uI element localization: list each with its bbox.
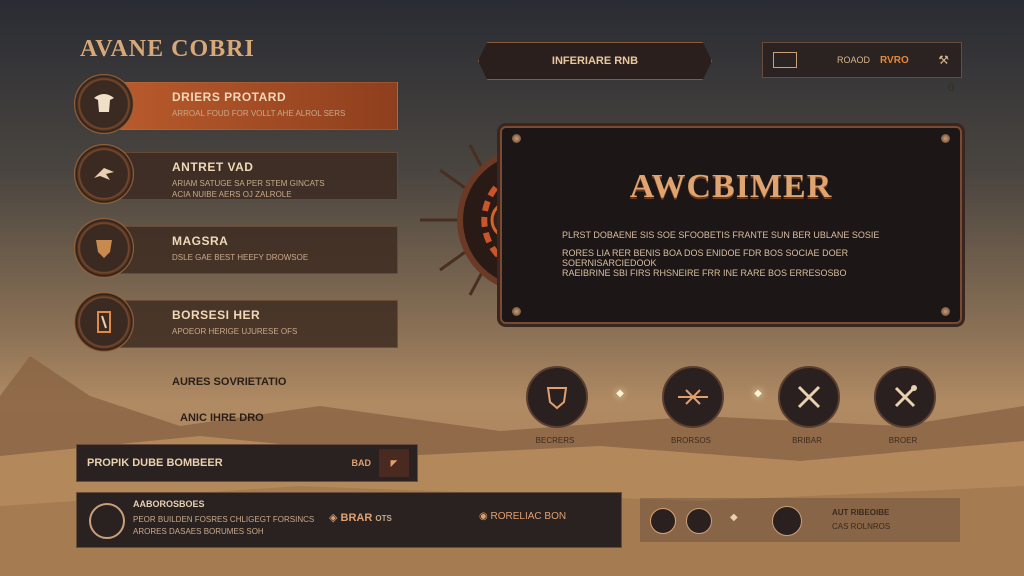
menu-item-label: DRIERS PROTARD <box>172 90 287 104</box>
row2-mid-small: OTS <box>375 514 392 523</box>
compass-icon[interactable] <box>686 508 712 534</box>
status-a: ROAOD <box>837 55 871 65</box>
menu-item-label: ANTRET VAD <box>172 160 254 174</box>
row1-action-icon[interactable]: ◤ <box>379 449 409 477</box>
menu-item-antret[interactable]: ANTRET VAD ARIAM SATUGE SA PER STEM GINC… <box>74 144 398 204</box>
panel-line-1: PLRST DOBAENE SIS SOE SFOOBETIS FRANTE S… <box>562 230 880 240</box>
row2-mid[interactable]: ◈ BRAR OTS <box>329 511 392 524</box>
menu-item-label: MAGSRA <box>172 234 229 248</box>
panel-line-2: RORES LIA RER BENIS BOA DOS ENIDOE FDR B… <box>562 248 849 268</box>
ring-icon: ◉ <box>479 511 488 522</box>
winged-blade-icon[interactable] <box>662 366 724 428</box>
crossed-swords-icon[interactable] <box>778 366 840 428</box>
gem-icon: ◆ <box>730 512 738 523</box>
flame-icon: ◈ <box>329 512 338 524</box>
status-b: RVRO <box>880 54 909 66</box>
panel-heading: AWCBIMER <box>629 168 833 205</box>
bottom-row-2[interactable]: AABOROSBOES PEOR BUILDEN FOSRES CHLIGEGT… <box>76 492 622 548</box>
top-right-status[interactable]: ROAOD RVRO ⚒ <box>762 42 962 78</box>
bird-emblem-icon <box>74 144 134 204</box>
side-link-1[interactable]: AURES SOVRIETATIO <box>172 376 287 388</box>
emblem-icon[interactable] <box>772 506 802 536</box>
menu-item-label: BORSESI HER <box>172 308 261 322</box>
row2-sub: PEOR BUILDEN FOSRES CHLIGEGT FORSINCS <box>133 515 315 524</box>
row2-title: AABOROSBOES <box>133 499 205 509</box>
menu-item-borsesi[interactable]: BORSESI HER APOEOR HERIGE UJURESE OFS <box>74 292 398 352</box>
menu-item-drivers[interactable]: DRIERS PROTARD ARROAL FOUD FOR VOLLT AHE… <box>74 74 398 134</box>
glow-spark-icon: ◆ <box>616 387 624 399</box>
crossed-axes-icon[interactable] <box>874 366 936 428</box>
row3-text: AUT RIBEOIBE <box>832 508 890 517</box>
row2-sub2: ARORES DASAES BORUMES SOH <box>133 527 264 536</box>
menu-item-magsra[interactable]: MAGSRA DSLE GAE BEST HEEFY DROWSOE <box>74 218 398 278</box>
emblem-caption: BECRERS <box>535 436 575 445</box>
banner-label: INFERIARE RNB <box>551 55 639 67</box>
menu-item-sub: ARIAM SATUGE SA PER STEM GINCATS <box>172 179 325 188</box>
bottom-row-3[interactable]: ◆ AUT RIBEOIBE CAS ROLNROS <box>640 498 960 542</box>
shield-crest-icon <box>74 218 134 278</box>
emblem-caption: BRIBAR <box>792 436 822 445</box>
menu-item-sub: DSLE GAE BEST HEEFY DROWSOE <box>172 253 309 262</box>
bottom-row-1[interactable]: PROPIK DUBE BOMBEER BAD ◤ <box>76 444 418 482</box>
row2-right[interactable]: ◉ RORELIAC BON <box>479 511 566 522</box>
panel-line-3: RAEIBRINE SBI FIRS RHSNEIRE FRR INE RARE… <box>562 268 847 278</box>
emblem-caption: BROER <box>888 436 918 445</box>
cog-icon <box>89 503 125 539</box>
blade-emblem-icon <box>74 292 134 352</box>
row1-right-label: BAD <box>351 458 372 468</box>
row1-label: PROPIK DUBE BOMBEER <box>87 457 223 469</box>
menu-item-sub2: ACIA NUIBE AERS OJ ZALROLE <box>172 190 292 199</box>
horned-helmet-icon <box>74 74 134 134</box>
main-panel: AWCBIMER PLRST DOBAENE SIS SOE SFOOBETIS… <box>500 126 962 324</box>
side-link-2[interactable]: ANIC IHRE DRO <box>180 412 264 424</box>
menu-item-sub: ARROAL FOUD FOR VOLLT AHE ALROL SERS <box>172 109 346 118</box>
coin-icon[interactable] <box>650 508 676 534</box>
wrench-icon[interactable]: ⚒ <box>938 53 949 67</box>
menu-item-sub: APOEOR HERIGE UJURESE OFS <box>172 327 298 336</box>
emblem-caption: BRORSOS <box>670 436 711 445</box>
glow-spark-icon: ◆ <box>754 387 762 399</box>
row2-right-label: RORELIAC BON <box>490 511 567 522</box>
card-icon <box>773 52 797 68</box>
row3-text2: CAS ROLNROS <box>832 522 891 531</box>
crested-shield-icon[interactable] <box>526 366 588 428</box>
top-right-badge: 0 <box>948 82 955 94</box>
top-banner[interactable]: INFERIARE RNB <box>478 42 712 80</box>
game-title: AVANE COBRI <box>80 36 255 62</box>
row2-mid-label: BRAR <box>340 512 373 524</box>
